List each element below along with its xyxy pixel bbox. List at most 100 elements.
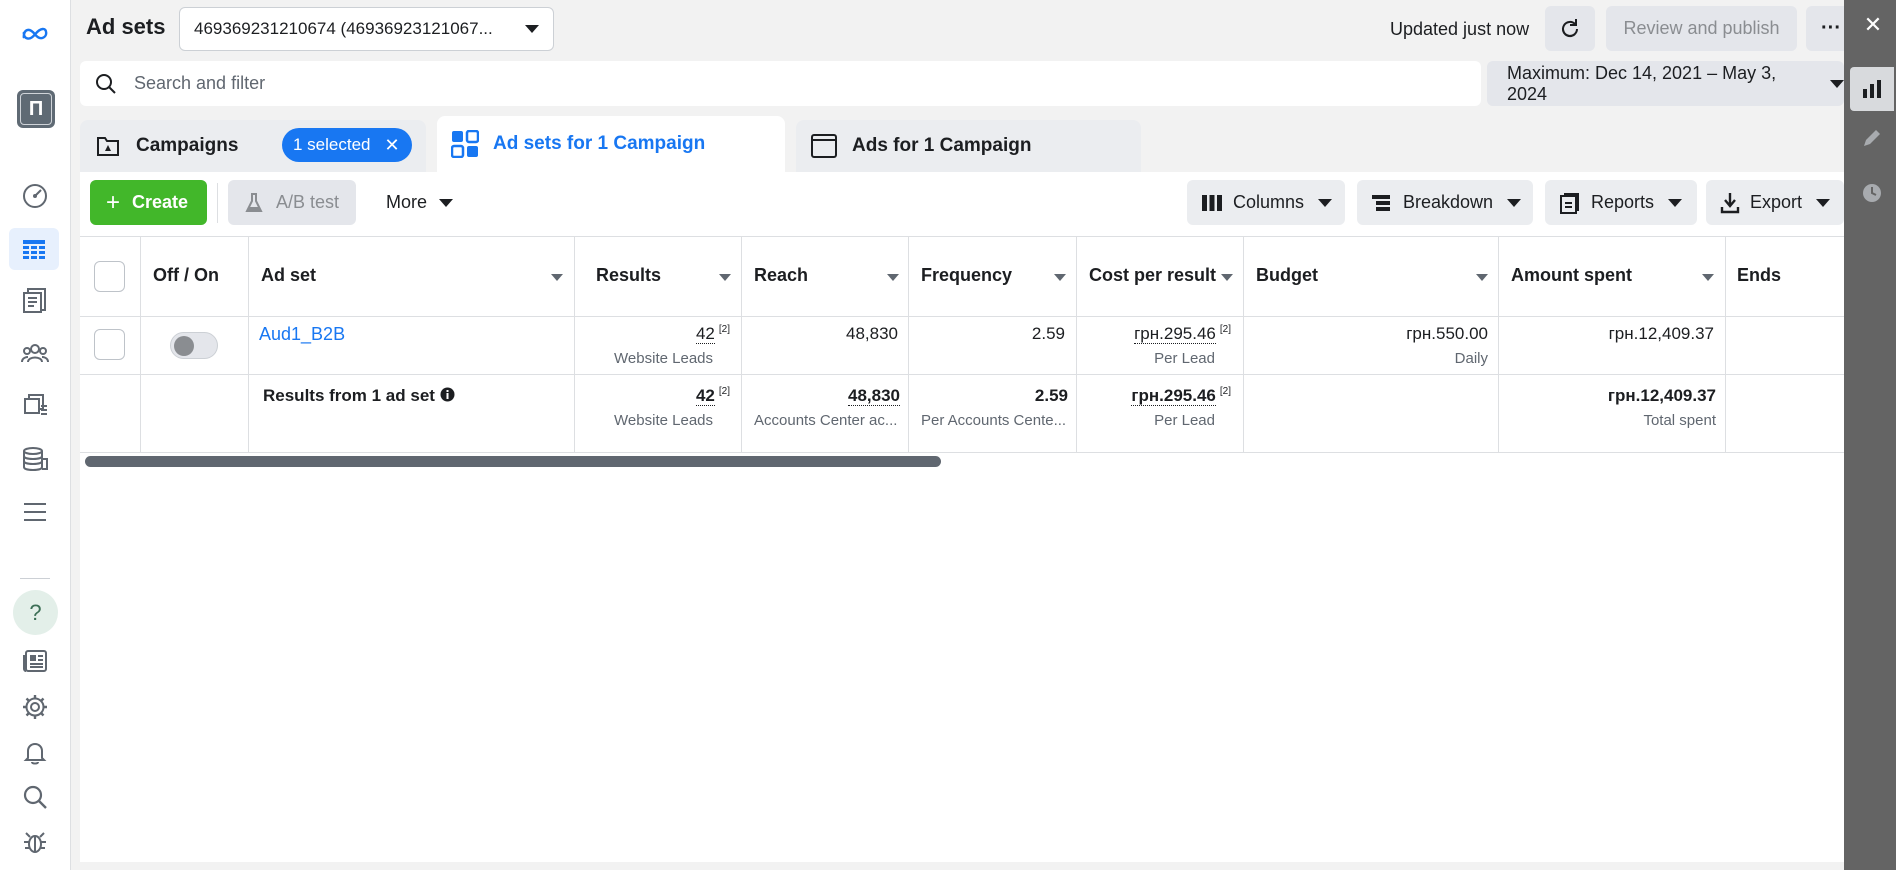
select-all-checkbox[interactable] bbox=[94, 261, 125, 292]
row-amount-spent: грн.12,409.37 bbox=[1608, 324, 1714, 343]
tab-ad-sets[interactable]: Ad sets for 1 Campaign bbox=[437, 116, 785, 172]
audiences-icon[interactable] bbox=[17, 336, 53, 372]
settings-gear-icon[interactable] bbox=[17, 689, 53, 725]
summary-reach-value: 48,830 bbox=[848, 386, 900, 406]
summary-frequency: 2.59 bbox=[1034, 386, 1068, 405]
menu-icon[interactable] bbox=[17, 494, 53, 530]
data-row-border bbox=[80, 374, 1844, 375]
header-row-border bbox=[80, 316, 1844, 317]
sort-caret-icon[interactable] bbox=[1221, 274, 1233, 281]
clear-selection-icon[interactable]: ✕ bbox=[385, 135, 400, 156]
header-results[interactable]: Results bbox=[596, 265, 661, 286]
help-icon[interactable]: ? bbox=[13, 590, 58, 635]
account-select[interactable]: 469369231210674 (46936923121067... bbox=[179, 7, 554, 51]
row-cost-per-result: грн.295.46 [2] bbox=[1134, 324, 1231, 344]
download-icon bbox=[1720, 192, 1740, 214]
bar-chart-icon bbox=[1863, 80, 1881, 98]
ab-test-label: A/B test bbox=[276, 192, 340, 212]
chevron-down-icon bbox=[439, 198, 454, 207]
review-and-publish-button[interactable]: Review and publish bbox=[1606, 6, 1797, 51]
header-ends[interactable]: Ends bbox=[1737, 265, 1781, 286]
ads-manager-table-icon[interactable] bbox=[9, 228, 59, 270]
summary-cost-per-result: грн.295.46 [2] bbox=[1131, 386, 1231, 406]
export-dropdown[interactable]: Export bbox=[1706, 180, 1844, 225]
pencil-icon bbox=[1864, 130, 1880, 146]
sort-caret-icon[interactable] bbox=[887, 274, 899, 281]
create-button[interactable]: + Create bbox=[90, 180, 207, 225]
search-icon[interactable] bbox=[17, 779, 53, 815]
edit-panel-button[interactable] bbox=[1850, 116, 1894, 160]
selected-filter-pill[interactable]: 1 selected ✕ bbox=[282, 128, 412, 162]
ad-set-toggle[interactable] bbox=[170, 332, 218, 359]
bug-report-icon[interactable] bbox=[17, 824, 53, 860]
summary-amount-spent: грн.12,409.37 bbox=[1607, 386, 1716, 405]
table-top-border bbox=[80, 236, 1844, 237]
account-select-value: 469369231210674 (46936923121067... bbox=[194, 19, 493, 38]
more-dropdown[interactable]: More bbox=[372, 180, 472, 225]
columns-dropdown[interactable]: Columns bbox=[1187, 180, 1345, 225]
notifications-bell-icon[interactable] bbox=[17, 734, 53, 770]
footnote: [2] bbox=[718, 324, 730, 336]
chevron-down-icon bbox=[1318, 198, 1333, 207]
sort-caret-icon[interactable] bbox=[551, 274, 563, 281]
refresh-button[interactable] bbox=[1545, 6, 1595, 51]
news-icon[interactable] bbox=[17, 643, 53, 679]
row-budget-sub: Daily bbox=[1454, 350, 1488, 367]
chevron-down-icon bbox=[1830, 79, 1844, 88]
charts-panel-button[interactable] bbox=[1850, 67, 1894, 111]
close-icon[interactable]: ✕ bbox=[1862, 14, 1884, 36]
tab-ads[interactable]: Ads for 1 Campaign bbox=[796, 120, 1141, 172]
row-reach: 48,830 bbox=[846, 324, 898, 343]
header-off-on[interactable]: Off / On bbox=[153, 265, 219, 286]
sort-caret-icon[interactable] bbox=[1702, 274, 1714, 281]
ad-set-name-link[interactable]: Aud1_B2B bbox=[259, 324, 345, 345]
summary-frequency-sub: Per Accounts Cente... bbox=[921, 412, 1067, 429]
summary-results-sub: Website Leads bbox=[614, 412, 713, 429]
dashboard-icon[interactable] bbox=[17, 177, 53, 213]
header-amount-spent[interactable]: Amount spent bbox=[1511, 265, 1632, 286]
pages-icon[interactable] bbox=[17, 282, 53, 318]
date-range-picker[interactable]: Maximum: Dec 14, 2021 – May 3, 2024 bbox=[1487, 61, 1844, 106]
account-avatar[interactable]: П bbox=[17, 90, 55, 128]
chevron-down-icon bbox=[1507, 198, 1522, 207]
summary-reach-sub: Accounts Center ac... bbox=[754, 412, 898, 429]
ad-sets-grid-icon bbox=[451, 130, 479, 158]
header-ad-set[interactable]: Ad set bbox=[261, 265, 316, 286]
header-budget[interactable]: Budget bbox=[1256, 265, 1318, 286]
search-placeholder: Search and filter bbox=[134, 73, 266, 93]
horizontal-scrollbar[interactable] bbox=[85, 456, 941, 467]
search-icon bbox=[96, 73, 116, 94]
toolbar-divider bbox=[217, 183, 218, 223]
header-cost-per-result[interactable]: Cost per result bbox=[1089, 265, 1216, 286]
row-checkbox[interactable] bbox=[94, 329, 125, 360]
sort-caret-icon[interactable] bbox=[1054, 274, 1066, 281]
reports-label: Reports bbox=[1591, 192, 1655, 212]
summary-row-border bbox=[80, 452, 1844, 453]
left-nav: П ? bbox=[0, 0, 71, 870]
row-cost-value: грн.295.46 bbox=[1134, 324, 1216, 344]
tab-campaigns-label: Campaigns bbox=[136, 135, 239, 156]
info-icon[interactable] bbox=[440, 387, 455, 402]
ab-test-button[interactable]: A/B test bbox=[228, 180, 356, 225]
summary-cost-sub: Per Lead bbox=[1154, 412, 1215, 429]
reports-dropdown[interactable]: Reports bbox=[1545, 180, 1697, 225]
create-label: Create bbox=[132, 192, 189, 212]
meta-logo-icon[interactable] bbox=[17, 15, 53, 51]
col-divider bbox=[1725, 236, 1726, 452]
clock-icon bbox=[1863, 184, 1881, 202]
sort-caret-icon[interactable] bbox=[719, 274, 731, 281]
billing-icon[interactable] bbox=[17, 441, 53, 477]
chevron-down-icon bbox=[1816, 198, 1831, 207]
history-panel-button[interactable] bbox=[1850, 171, 1894, 215]
header-frequency[interactable]: Frequency bbox=[921, 265, 1012, 286]
creative-library-icon[interactable] bbox=[17, 388, 53, 424]
header-reach[interactable]: Reach bbox=[754, 265, 808, 286]
summary-reach: 48,830 bbox=[848, 386, 900, 406]
columns-icon bbox=[1201, 193, 1223, 213]
selected-count-label: 1 selected bbox=[293, 135, 371, 154]
search-input[interactable]: Search and filter bbox=[80, 61, 1481, 106]
row-results-value: 42 bbox=[695, 324, 715, 344]
sort-caret-icon[interactable] bbox=[1476, 274, 1488, 281]
summary-results-value: 42 bbox=[695, 386, 715, 406]
breakdown-dropdown[interactable]: Breakdown bbox=[1357, 180, 1533, 225]
